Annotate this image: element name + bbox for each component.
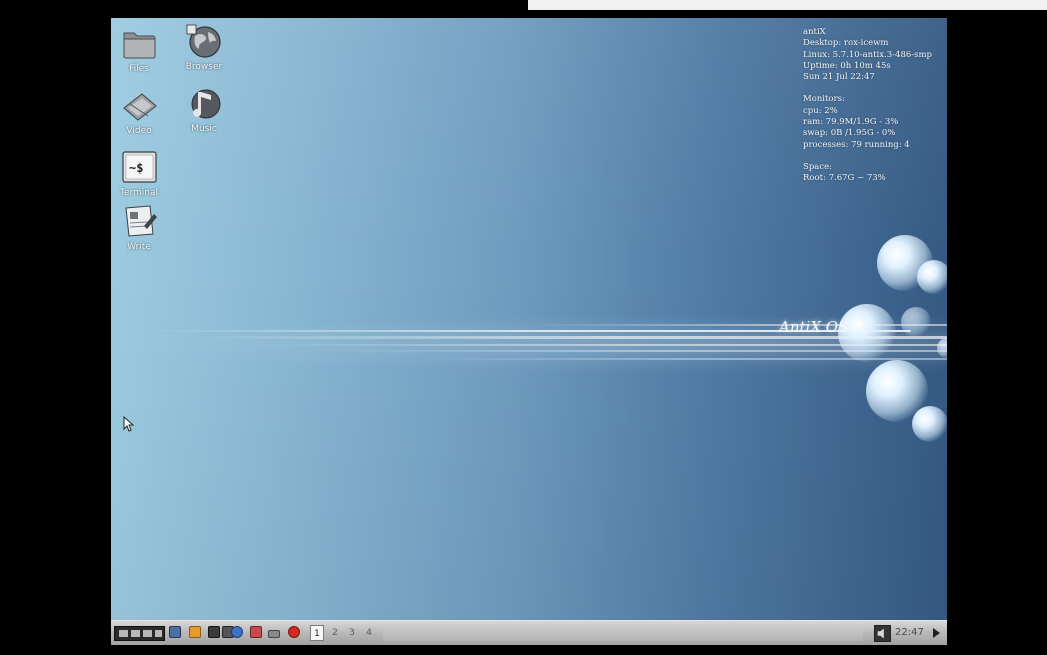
wallpaper-orb: [917, 260, 947, 294]
taskbar: 1 2 3 4 22:47: [111, 620, 947, 645]
desktop-icon-label: Video: [126, 126, 152, 136]
desktop-icon-label: Terminal: [119, 188, 159, 198]
screen-frame: AntiX OS Files Browser Video Music ~$ Te…: [0, 0, 1047, 655]
conky-line: Root: 7.67G ~ 73%: [803, 173, 886, 184]
show-desktop-icon[interactable]: [169, 626, 181, 638]
tray-expand-arrow-icon[interactable]: [933, 628, 940, 638]
power-icon[interactable]: [288, 626, 300, 638]
conky-line: processes: 79 running: 4: [803, 139, 910, 150]
wallpaper-logo-text: AntiX OS: [779, 318, 849, 336]
conky-line: Uptime: 0h 10m 45s: [803, 60, 891, 71]
conky-line: Linux: 5.7.10-antix.3-486-smp: [803, 49, 932, 60]
top-light-strip: [528, 0, 1047, 10]
conky-line: Desktop: rox-icewm: [803, 38, 889, 49]
conky-heading: Monitors:: [803, 94, 845, 105]
desktop-icon-label: Files: [129, 64, 149, 74]
desktop-icon-music[interactable]: Music: [175, 84, 233, 134]
desktop-icon-files[interactable]: Files: [111, 24, 168, 74]
workspace-3-button[interactable]: 3: [345, 625, 359, 641]
svg-text:~$: ~$: [129, 161, 143, 175]
conky-line: cpu: 2%: [803, 105, 838, 116]
desktop-icon-write[interactable]: Write: [111, 202, 168, 252]
volume-icon[interactable]: [874, 625, 891, 642]
conky-line: Sun 21 Jul 22:47: [803, 72, 875, 83]
desktop-icon-browser[interactable]: Browser: [175, 22, 233, 72]
document-pen-icon: [125, 205, 157, 237]
browser-icon[interactable]: [231, 626, 243, 638]
mouse-pointer-icon: [123, 416, 135, 432]
desktop-icon-terminal[interactable]: ~$ Terminal: [111, 148, 168, 198]
start-menu-button[interactable]: [114, 626, 165, 641]
wallpaper-orb: [912, 406, 947, 442]
conky-line: ram: 79.9M/1.9G - 3%: [803, 117, 899, 128]
workspace-4-button[interactable]: 4: [362, 625, 376, 641]
video-player-icon[interactable]: [208, 626, 220, 638]
terminal-icon: ~$: [122, 151, 157, 183]
conky-line: swap: 0B /1.95G - 0%: [803, 128, 896, 139]
workspace-2-button[interactable]: 2: [328, 625, 342, 641]
workspace-1-button[interactable]: 1: [310, 625, 324, 641]
music-note-icon: [191, 89, 221, 119]
desktop-icon-label: Write: [127, 242, 151, 252]
desktop-icon-label: Music: [191, 124, 217, 134]
task-list-area[interactable]: [383, 627, 863, 641]
taskbar-clock[interactable]: 22:47: [895, 627, 924, 638]
conky-line: antiX: [803, 27, 826, 37]
globe-icon: [186, 24, 221, 58]
desktop-icon-label: Browser: [185, 62, 223, 72]
speaker-icon: [877, 628, 884, 639]
film-icon: [123, 93, 157, 121]
file-manager-icon[interactable]: [189, 626, 201, 638]
wallpaper-orb: [901, 307, 931, 337]
desktop[interactable]: AntiX OS Files Browser Video Music ~$ Te…: [111, 18, 947, 620]
drive-icon[interactable]: [268, 630, 280, 638]
conky-system-info: antiX Desktop: rox-icewm Linux: 5.7.10-a…: [803, 27, 943, 185]
folder-icon: [123, 32, 156, 59]
editor-icon[interactable]: [250, 626, 262, 638]
desktop-icon-video[interactable]: Video: [111, 86, 168, 136]
conky-heading: Space:: [803, 161, 832, 172]
